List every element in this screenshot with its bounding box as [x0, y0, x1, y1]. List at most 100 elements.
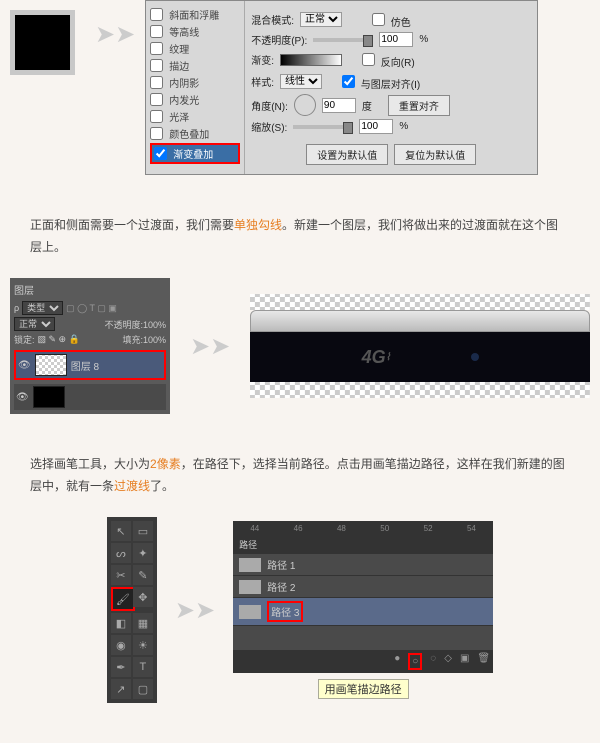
scale-label: 缩放(S): — [251, 119, 287, 134]
selection-icon[interactable]: ◌ — [430, 653, 436, 670]
pct-label: % — [399, 121, 408, 132]
dither-checkbox[interactable] — [372, 13, 385, 26]
visibility-icon[interactable]: 👁 — [18, 360, 31, 371]
dodge-tool-icon[interactable]: ☀ — [133, 635, 153, 655]
delete-path-icon[interactable]: 🗑 — [477, 653, 490, 670]
lasso-tool-icon[interactable]: ᔕ — [111, 543, 131, 563]
checkbox[interactable] — [150, 76, 163, 89]
shape-tool-icon[interactable]: ▢ — [133, 679, 153, 699]
style-select[interactable]: 线性 — [280, 74, 322, 89]
layer-row-selected[interactable]: 👁 图层 8 — [14, 350, 166, 380]
align-checkbox[interactable] — [342, 75, 355, 88]
brush-tool-icon[interactable]: 🖌 — [111, 587, 135, 611]
checkbox[interactable] — [150, 25, 163, 38]
camera-dot — [471, 353, 479, 361]
fill-value[interactable]: 100% — [143, 335, 166, 345]
move-tool-icon[interactable]: ↖ — [111, 521, 131, 541]
path-name[interactable]: 路径 2 — [267, 579, 295, 594]
lock-label: 锁定: — [14, 333, 35, 346]
marquee-tool-icon[interactable]: ▭ — [133, 521, 153, 541]
opacity-value[interactable]: 100% — [143, 320, 166, 330]
eyedropper-tool-icon[interactable]: ✎ — [133, 565, 153, 585]
wand-tool-icon[interactable]: ✦ — [133, 543, 153, 563]
path-thumb — [239, 580, 261, 594]
eraser-tool-icon[interactable]: ◧ — [111, 613, 131, 633]
opacity-input[interactable] — [379, 32, 413, 47]
phone-preview: 4G⌇ — [250, 294, 590, 398]
path-name[interactable]: 路径 1 — [267, 557, 295, 572]
scale-input[interactable] — [359, 119, 393, 134]
phone-4g-text: 4G — [362, 347, 386, 368]
fx-item[interactable]: 纹理 — [150, 41, 240, 56]
angle-dial[interactable] — [294, 94, 316, 116]
opacity-label: 不透明度: — [104, 320, 143, 330]
blend-mode-select[interactable]: 正常 — [300, 12, 342, 27]
blur-tool-icon[interactable]: ◉ — [111, 635, 131, 655]
degree-label: 度 — [362, 98, 372, 113]
blend-mode-label: 混合模式: — [251, 12, 294, 27]
fill-label: 填充: — [122, 335, 143, 345]
checkbox[interactable] — [150, 59, 163, 72]
checkbox[interactable] — [150, 8, 163, 21]
crop-tool-icon[interactable]: ✂ — [111, 565, 131, 585]
tooltip-label: 用画笔描边路径 — [318, 679, 409, 699]
path-tool-icon[interactable]: ↗ — [111, 679, 131, 699]
lock-icons[interactable]: ▧ ✎ ⊕ 🔒 — [38, 334, 80, 345]
layer-row[interactable]: 👁 — [14, 384, 166, 410]
path-item-selected[interactable]: 路径 3 — [233, 598, 493, 626]
gradient-tool-icon[interactable]: ▦ — [133, 613, 153, 633]
layers-tab[interactable]: 图层 — [14, 282, 34, 297]
reset-default-button[interactable]: 复位为默认值 — [394, 144, 476, 165]
type-tool-icon[interactable]: T — [133, 657, 153, 677]
reverse-checkbox[interactable] — [362, 53, 375, 66]
path-thumb — [239, 558, 261, 572]
align-label: 与图层对齐(I) — [361, 80, 420, 91]
opacity-slider[interactable] — [313, 38, 373, 42]
reset-align-button[interactable]: 重置对齐 — [388, 95, 450, 116]
type-select[interactable]: 类型 — [22, 301, 63, 315]
stroke-path-icon[interactable]: ○ — [408, 653, 422, 670]
gradient-label: 渐变: — [251, 52, 274, 67]
fill-path-icon[interactable]: ● — [394, 653, 400, 670]
arrow-icon: ➤➤ — [175, 596, 215, 625]
stamp-tool-icon[interactable]: ✥ — [133, 587, 153, 607]
fx-item[interactable]: 内阴影 — [150, 75, 240, 90]
path-item[interactable]: 路径 2 — [233, 576, 493, 598]
scale-slider[interactable] — [293, 125, 353, 129]
mask-icon[interactable]: ◇ — [444, 653, 452, 670]
instruction-text: 正面和侧面需要一个过渡面，我们需要单独勾线。新建一个图层，我们将做出来的过渡面就… — [0, 215, 600, 258]
fx-item[interactable]: 内发光 — [150, 92, 240, 107]
fx-item[interactable]: 描边 — [150, 58, 240, 73]
fx-item-selected[interactable]: 渐变叠加 — [150, 143, 240, 164]
layer-style-dialog: 斜面和浮雕 等高线 纹理 描边 内阴影 内发光 光泽 颜色叠加 渐变叠加 混合模… — [145, 0, 538, 175]
angle-input[interactable] — [322, 98, 356, 113]
pen-tool-icon[interactable]: ✒ — [111, 657, 131, 677]
fx-item[interactable]: 光泽 — [150, 109, 240, 124]
path-name[interactable]: 路径 3 — [267, 601, 303, 622]
fx-list: 斜面和浮雕 等高线 纹理 描边 内阴影 内发光 光泽 颜色叠加 渐变叠加 — [146, 1, 245, 174]
blend-select[interactable]: 正常 — [14, 317, 55, 331]
path-item[interactable]: 路径 1 — [233, 554, 493, 576]
layers-panel: 图层 ρ类型▢ ◯ T ▢ ▣ 正常不透明度:100% 锁定:▧ ✎ ⊕ 🔒填充… — [10, 278, 170, 414]
checkbox[interactable] — [150, 42, 163, 55]
gradient-picker[interactable] — [280, 54, 342, 66]
paths-footer: ● ○ ◌ ◇ ▣ 🗑 — [233, 650, 493, 673]
set-default-button[interactable]: 设置为默认值 — [306, 144, 388, 165]
new-path-icon[interactable]: ▣ — [460, 653, 469, 670]
checkbox[interactable] — [150, 127, 163, 140]
checkbox[interactable] — [154, 147, 167, 160]
visibility-icon[interactable]: 👁 — [16, 392, 29, 403]
fx-item[interactable]: 等高线 — [150, 24, 240, 39]
paths-tab[interactable]: 路径 — [239, 540, 257, 550]
angle-label: 角度(N): — [251, 98, 288, 113]
fx-item[interactable]: 颜色叠加 — [150, 126, 240, 141]
ruler: 444648505254 — [233, 521, 493, 535]
checkbox[interactable] — [150, 110, 163, 123]
checkbox[interactable] — [150, 93, 163, 106]
layer-thumb — [35, 354, 67, 376]
dither-label: 仿色 — [391, 18, 411, 29]
style-label: 样式: — [251, 74, 274, 89]
fx-item[interactable]: 斜面和浮雕 — [150, 7, 240, 22]
layer-name[interactable]: 图层 8 — [71, 358, 99, 373]
reverse-label: 反向(R) — [381, 58, 415, 69]
